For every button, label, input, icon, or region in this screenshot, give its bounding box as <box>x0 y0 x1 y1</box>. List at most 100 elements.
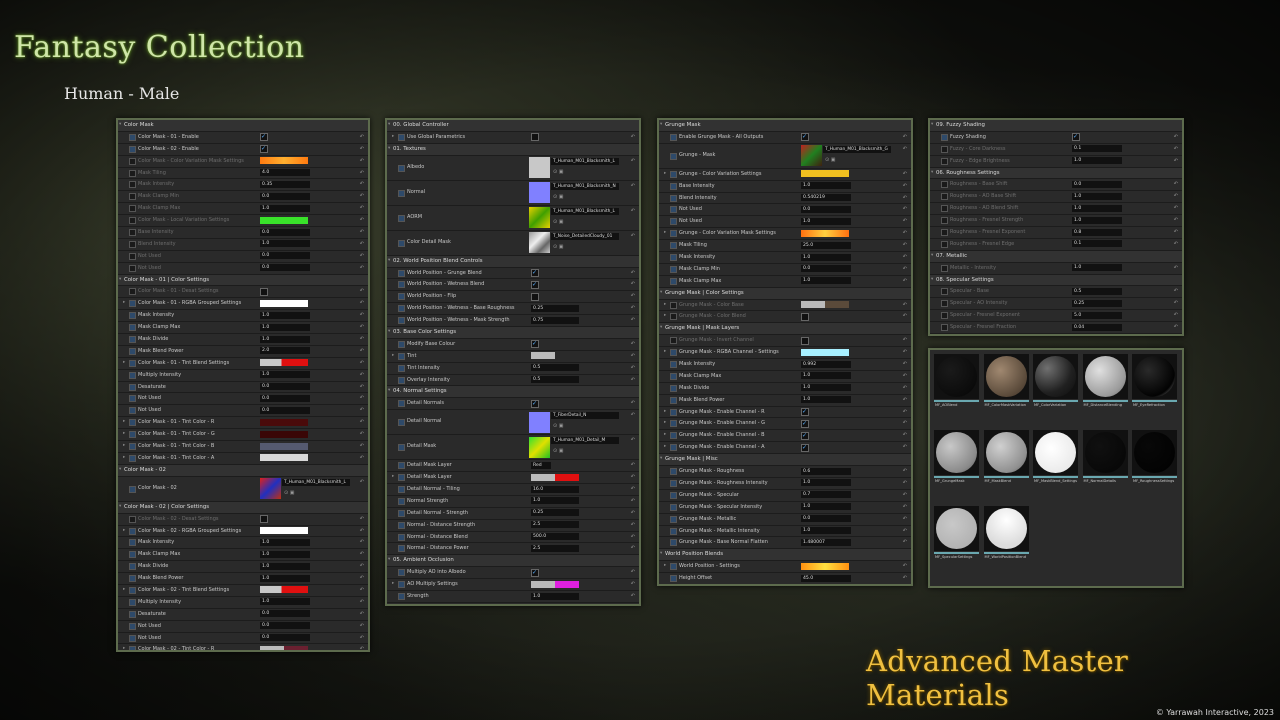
numeric-value-field[interactable]: 1.0 <box>260 574 310 582</box>
override-checkbox[interactable] <box>129 371 136 379</box>
override-checkbox[interactable] <box>129 622 136 630</box>
expand-arrow-icon[interactable]: ▸ <box>664 563 666 568</box>
value-checkbox[interactable]: ✓ <box>260 145 268 154</box>
override-checkbox[interactable] <box>129 300 136 308</box>
reset-to-default-icon[interactable]: ↶ <box>631 522 635 528</box>
value-checkbox[interactable] <box>531 133 539 142</box>
reset-to-default-icon[interactable]: ↶ <box>903 385 907 391</box>
property-row[interactable]: Color Detail Mask T_Noise_DetailedCloudy_… <box>387 230 639 256</box>
numeric-value-field[interactable]: 0.0 <box>260 383 310 391</box>
property-row[interactable]: Normal - Distance Blend 500.0 ↶ <box>387 531 639 544</box>
property-row[interactable]: Mask Clamp Max 1.0 ↶ <box>659 370 911 383</box>
property-row[interactable]: Detail Normal - Strength 0.25 ↶ <box>387 507 639 520</box>
expand-arrow-icon[interactable]: ▸ <box>123 419 125 424</box>
numeric-value-field[interactable]: 1.480007 <box>801 538 851 546</box>
expand-arrow-icon[interactable]: ▾ <box>388 329 390 334</box>
expand-arrow-icon[interactable]: ▸ <box>392 134 394 139</box>
override-checkbox[interactable] <box>398 352 405 360</box>
numeric-value-field[interactable]: 1.0 <box>1072 216 1122 224</box>
reset-to-default-icon[interactable]: ↶ <box>903 432 907 438</box>
numeric-value-field[interactable]: 0.0 <box>260 252 310 260</box>
browse-asset-icon[interactable]: ⊙ ▣ <box>284 490 295 496</box>
texture-thumbnail[interactable] <box>801 145 822 167</box>
property-row[interactable]: Mask Blend Power 1.0 ↶ <box>118 573 368 585</box>
numeric-value-field[interactable]: 45.0 <box>801 574 851 582</box>
expand-arrow-icon[interactable]: ▸ <box>123 646 125 650</box>
numeric-value-field[interactable]: 1.0 <box>801 503 851 511</box>
reset-to-default-icon[interactable]: ↶ <box>631 534 635 540</box>
override-checkbox[interactable] <box>670 515 677 523</box>
browse-asset-icon[interactable]: ⊙ ▣ <box>553 244 564 250</box>
override-checkbox[interactable] <box>129 539 136 547</box>
property-row[interactable]: Mask Intensity 1.0 ↶ <box>118 537 368 550</box>
property-row[interactable]: Not Used 0.0 ↶ <box>118 632 368 645</box>
reset-to-default-icon[interactable]: ↶ <box>360 181 364 187</box>
property-row[interactable]: Mask Tiling 25.0 ↶ <box>659 240 911 253</box>
reset-to-default-icon[interactable]: ↶ <box>903 195 907 201</box>
numeric-value-field[interactable]: 1.0 <box>260 538 310 546</box>
texture-asset-dropdown[interactable]: T_Human_M01_Blacksmith_G <box>823 145 891 153</box>
expand-arrow-icon[interactable]: ▾ <box>660 122 662 127</box>
override-checkbox[interactable] <box>941 157 948 165</box>
reset-to-default-icon[interactable]: ↶ <box>903 242 907 248</box>
color-swatch[interactable] <box>801 229 849 237</box>
reset-to-default-icon[interactable]: ↶ <box>360 539 364 545</box>
reset-to-default-icon[interactable]: ↶ <box>360 146 364 152</box>
override-checkbox[interactable] <box>129 288 136 296</box>
reset-to-default-icon[interactable]: ↶ <box>631 462 635 468</box>
texture-thumbnail[interactable] <box>529 232 550 254</box>
value-checkbox[interactable]: ✓ <box>531 340 539 349</box>
reset-to-default-icon[interactable]: ↶ <box>903 468 907 474</box>
reset-to-default-icon[interactable]: ↶ <box>1174 181 1178 187</box>
property-row[interactable]: Detail Mask T_Human_M01_Detail_M ⊙ ▣ ↶ <box>387 435 639 461</box>
property-row[interactable]: Desaturate 0.0 ↶ <box>118 608 368 621</box>
override-checkbox[interactable] <box>670 384 677 392</box>
override-checkbox[interactable] <box>129 527 136 535</box>
override-checkbox[interactable] <box>670 468 677 476</box>
override-checkbox[interactable] <box>398 593 405 601</box>
reset-to-default-icon[interactable]: ↶ <box>1174 265 1178 271</box>
expand-arrow-icon[interactable]: ▸ <box>123 431 125 436</box>
override-checkbox[interactable] <box>398 462 405 470</box>
property-row[interactable]: Specular - Fresnel Exponent 5.0 ↶ <box>930 310 1182 323</box>
property-row[interactable]: Modify Base Colour ✓ ↶ <box>387 338 639 351</box>
numeric-value-field[interactable]: 1.0 <box>260 562 310 570</box>
expand-arrow-icon[interactable]: ▾ <box>119 467 121 472</box>
expand-arrow-icon[interactable]: ▾ <box>931 122 933 127</box>
reset-to-default-icon[interactable]: ↶ <box>1174 312 1178 318</box>
material-preview-tile[interactable]: MF_DistanceBlending <box>1082 353 1129 415</box>
reset-to-default-icon[interactable]: ↶ <box>360 575 364 581</box>
value-checkbox[interactable] <box>801 336 809 345</box>
reset-to-default-icon[interactable]: ↶ <box>903 373 907 379</box>
numeric-value-field[interactable]: 0.540219 <box>801 194 851 202</box>
reset-to-default-icon[interactable]: ↶ <box>360 635 364 641</box>
override-checkbox[interactable] <box>398 293 405 301</box>
property-row[interactable]: Roughness - Fresnel Strength 1.0 ↶ <box>930 215 1182 228</box>
property-row[interactable]: Normal T_Human_M01_Blacksmith_N ⊙ ▣ ↶ <box>387 180 639 206</box>
property-row[interactable]: Fuzzy - Core Darkness 0.1 ↶ <box>930 143 1182 156</box>
expand-arrow-icon[interactable]: ▾ <box>931 170 933 175</box>
numeric-value-field[interactable]: 1.0 <box>1072 264 1122 272</box>
reset-to-default-icon[interactable]: ↶ <box>903 480 907 486</box>
texture-asset-dropdown[interactable]: T_FiberDetail_N <box>551 412 619 420</box>
color-swatch[interactable] <box>260 216 308 224</box>
numeric-value-field[interactable]: 2.5 <box>531 544 579 552</box>
numeric-value-field[interactable]: 0.1 <box>1072 240 1122 248</box>
property-row[interactable]: Grunge - Mask T_Human_M01_Blacksmith_G ⊙ ▣… <box>659 143 911 169</box>
numeric-value-field[interactable]: 1.0 <box>531 592 579 600</box>
property-row[interactable]: Color Mask - 01 - Desat Settings ↶ <box>118 286 368 299</box>
override-checkbox[interactable] <box>670 563 677 571</box>
override-checkbox[interactable] <box>670 218 677 226</box>
reset-to-default-icon[interactable]: ↶ <box>903 575 907 581</box>
reset-to-default-icon[interactable]: ↶ <box>631 377 635 383</box>
material-preview-tile[interactable]: MF_RoughnessSettings <box>1131 429 1178 491</box>
material-preview-tile[interactable]: MF_MaskBlend_Settings <box>1032 429 1079 491</box>
override-checkbox[interactable] <box>129 634 136 642</box>
numeric-value-field[interactable]: 0.25 <box>531 304 579 312</box>
override-checkbox[interactable] <box>398 376 405 384</box>
override-checkbox[interactable] <box>941 240 948 248</box>
expand-arrow-icon[interactable]: ▾ <box>931 277 933 282</box>
reset-to-default-icon[interactable]: ↶ <box>360 229 364 235</box>
texture-asset-dropdown[interactable]: T_Human_M01_Blacksmith_L <box>282 478 350 486</box>
color-swatch[interactable] <box>531 352 579 360</box>
